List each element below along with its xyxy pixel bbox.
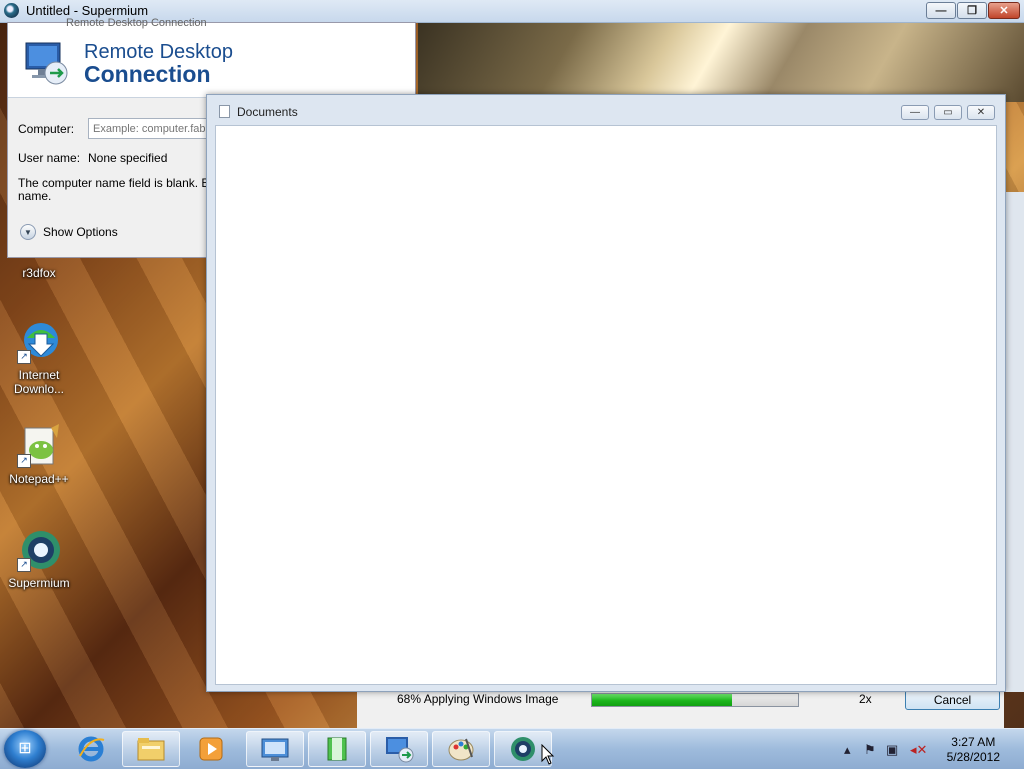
progress-speed: 2x <box>859 692 872 706</box>
documents-window: Documents — ▭ ✕ <box>206 94 1006 692</box>
rdc-window-title: Remote Desktop Connection <box>66 17 207 29</box>
network-icon[interactable]: ▣ <box>886 742 898 758</box>
shortcut-arrow-icon: ↗ <box>17 558 31 572</box>
media-player-icon <box>199 737 223 761</box>
shortcut-arrow-icon: ↗ <box>17 454 31 468</box>
volume-muted-icon[interactable]: ◂✕ <box>910 742 927 758</box>
app-title: Untitled - Supermium <box>26 3 149 18</box>
desktop-icon-notepadpp[interactable]: ↗ Notepad++ <box>3 424 75 486</box>
desktop-icon-label: Supermium <box>8 576 70 590</box>
setup-progress-panel: 68% Applying Windows Image 2x Cancel <box>357 688 1004 729</box>
remote-desktop-icon <box>25 42 68 85</box>
maximize-icon: ▭ <box>943 107 953 118</box>
desktop-icon-label: Notepad++ <box>9 472 69 486</box>
close-icon: ✕ <box>999 5 1009 17</box>
desktop-icon-label: Internet Downlo... <box>13 368 65 396</box>
taskbar-explorer[interactable] <box>122 731 180 767</box>
taskbar-green-app[interactable] <box>308 731 366 767</box>
close-button[interactable]: ✕ <box>988 2 1020 19</box>
action-center-flag-icon[interactable]: ⚑ <box>864 742 876 758</box>
taskbar-remote-control[interactable] <box>246 731 304 767</box>
show-hidden-icons-icon[interactable]: ▴ <box>844 742 851 758</box>
taskbar: ⊞ ▴ ⚑ ▣ ◂✕ 3:27 AM 5/28/2012 <box>0 728 1024 769</box>
progress-status: 68% Applying Windows Image <box>397 692 559 706</box>
username-label: User name: <box>18 151 81 165</box>
taskbar-media-player[interactable] <box>182 731 240 767</box>
show-options-chevron-icon[interactable]: ▼ <box>20 224 36 240</box>
taskbar-remote-desktop[interactable] <box>370 731 428 767</box>
taskbar-paint[interactable] <box>432 731 490 767</box>
documents-minimize-button[interactable]: — <box>901 105 929 120</box>
internet-explorer-icon <box>78 736 105 762</box>
show-options-link[interactable]: Show Options <box>43 225 118 239</box>
supermium-icon <box>511 737 535 761</box>
rdc-message-line2: name. <box>18 189 52 203</box>
clock-time: 3:27 AM <box>951 735 996 749</box>
minimize-icon: — <box>910 107 920 118</box>
system-tray: ▴ ⚑ ▣ ◂✕ 3:27 AM 5/28/2012 <box>834 729 1024 769</box>
remote-desktop-icon <box>386 737 414 763</box>
clock[interactable]: 3:27 AM 5/28/2012 <box>947 735 1000 765</box>
clock-date: 5/28/2012 <box>946 750 1000 764</box>
desktop-icon-supermium[interactable]: ↗ Supermium <box>3 528 75 590</box>
control-panel-icon <box>261 738 289 761</box>
desktop-icon-r3dfox[interactable]: r3dfox <box>3 248 75 280</box>
shortcut-arrow-icon: ↗ <box>17 350 31 364</box>
wallpaper-photo <box>418 22 1024 102</box>
close-icon: ✕ <box>976 107 986 118</box>
documents-maximize-button[interactable]: ▭ <box>934 105 962 120</box>
documents-close-button[interactable]: ✕ <box>967 105 995 120</box>
minimize-button[interactable]: — <box>926 2 956 19</box>
desktop-icon-internet-download[interactable]: ↗ Internet Downlo... <box>3 320 75 396</box>
notepadpp-icon: ↗ <box>17 424 61 468</box>
documents-title: Documents <box>237 105 298 119</box>
desktop-icon-label: r3dfox <box>22 266 56 280</box>
username-value: None specified <box>88 151 168 165</box>
taskbar-internet-explorer[interactable] <box>62 731 120 767</box>
windows-logo-icon: ⊞ <box>18 740 32 757</box>
computer-label: Computer: <box>18 122 75 136</box>
folder-icon <box>137 738 165 761</box>
green-app-icon <box>327 737 347 761</box>
cancel-button[interactable]: Cancel <box>905 690 1000 710</box>
background-window-edge <box>1004 192 1024 692</box>
document-icon <box>219 105 230 118</box>
start-button[interactable]: ⊞ <box>4 730 46 768</box>
mouse-cursor-icon <box>541 744 555 765</box>
paint-palette-icon <box>448 738 474 761</box>
restore-icon: ❐ <box>967 5 977 17</box>
documents-content-area[interactable] <box>215 125 997 685</box>
supermium-icon <box>4 3 19 18</box>
progress-fill <box>592 694 733 706</box>
rdc-logo-line2: Connection <box>84 61 211 87</box>
rdc-header: Remote Desktop Connection Remote Desktop… <box>8 17 415 98</box>
supermium-icon: ↗ <box>17 528 61 572</box>
restore-button[interactable]: ❐ <box>957 2 987 19</box>
internet-download-manager-icon: ↗ <box>17 320 61 364</box>
minimize-icon: — <box>935 4 947 17</box>
progress-bar <box>591 693 799 707</box>
